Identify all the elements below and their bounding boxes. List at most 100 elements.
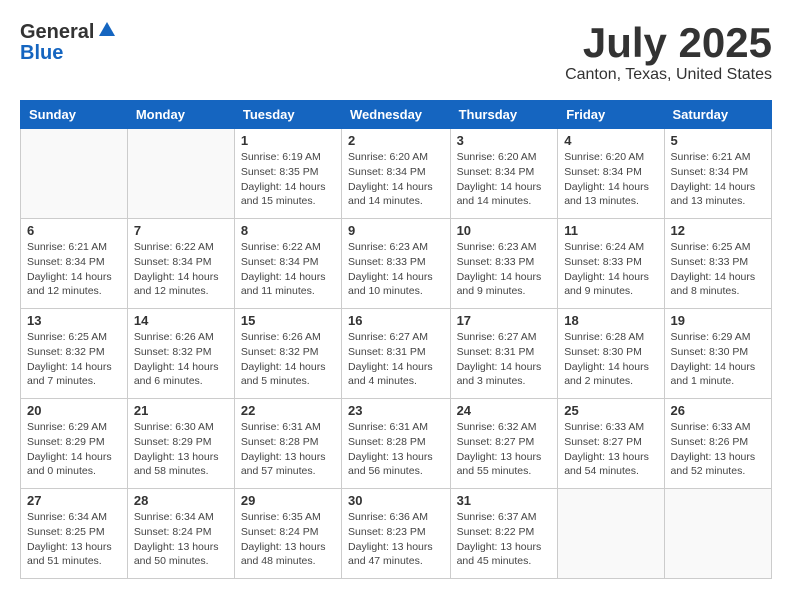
day-number: 6 (27, 223, 121, 238)
calendar-week-1: 6 Sunrise: 6:21 AM Sunset: 8:34 PM Daylig… (21, 219, 772, 309)
calendar-cell (127, 129, 234, 219)
calendar-cell: 1 Sunrise: 6:19 AM Sunset: 8:35 PM Daylig… (234, 129, 341, 219)
calendar-cell: 15 Sunrise: 6:26 AM Sunset: 8:32 PM Dayli… (234, 309, 341, 399)
day-number: 3 (457, 133, 552, 148)
day-detail: Sunrise: 6:23 AM Sunset: 8:33 PM Dayligh… (348, 240, 444, 299)
main-title: July 2025 (565, 20, 772, 66)
calendar-cell: 6 Sunrise: 6:21 AM Sunset: 8:34 PM Daylig… (21, 219, 128, 309)
calendar-week-0: 1 Sunrise: 6:19 AM Sunset: 8:35 PM Daylig… (21, 129, 772, 219)
day-number: 24 (457, 403, 552, 418)
day-detail: Sunrise: 6:25 AM Sunset: 8:32 PM Dayligh… (27, 330, 121, 389)
day-detail: Sunrise: 6:37 AM Sunset: 8:22 PM Dayligh… (457, 510, 552, 569)
calendar-cell: 31 Sunrise: 6:37 AM Sunset: 8:22 PM Dayli… (450, 489, 558, 579)
calendar-cell: 9 Sunrise: 6:23 AM Sunset: 8:33 PM Daylig… (342, 219, 451, 309)
day-number: 23 (348, 403, 444, 418)
subtitle: Canton, Texas, United States (565, 66, 772, 84)
day-number: 19 (671, 313, 765, 328)
calendar-cell: 14 Sunrise: 6:26 AM Sunset: 8:32 PM Dayli… (127, 309, 234, 399)
calendar-cell: 19 Sunrise: 6:29 AM Sunset: 8:30 PM Dayli… (664, 309, 771, 399)
day-number: 9 (348, 223, 444, 238)
calendar-cell: 10 Sunrise: 6:23 AM Sunset: 8:33 PM Dayli… (450, 219, 558, 309)
calendar-cell: 20 Sunrise: 6:29 AM Sunset: 8:29 PM Dayli… (21, 399, 128, 489)
day-detail: Sunrise: 6:29 AM Sunset: 8:29 PM Dayligh… (27, 420, 121, 479)
day-detail: Sunrise: 6:33 AM Sunset: 8:26 PM Dayligh… (671, 420, 765, 479)
calendar-cell: 21 Sunrise: 6:30 AM Sunset: 8:29 PM Dayli… (127, 399, 234, 489)
day-detail: Sunrise: 6:32 AM Sunset: 8:27 PM Dayligh… (457, 420, 552, 479)
page-header: General Blue July 2025 Canton, Texas, Un… (20, 20, 772, 84)
calendar-cell: 7Sunrise: 6:22 AM Sunset: 8:34 PM Daylig… (127, 219, 234, 309)
day-detail: Sunrise: 6:26 AM Sunset: 8:32 PM Dayligh… (241, 330, 335, 389)
calendar-week-4: 27 Sunrise: 6:34 AM Sunset: 8:25 PM Dayli… (21, 489, 772, 579)
day-detail: Sunrise: 6:26 AM Sunset: 8:32 PM Dayligh… (134, 330, 228, 389)
day-number: 18 (564, 313, 657, 328)
day-number: 1 (241, 133, 335, 148)
day-detail: Sunrise: 6:34 AM Sunset: 8:25 PM Dayligh… (27, 510, 121, 569)
calendar-cell: 30Sunrise: 6:36 AM Sunset: 8:23 PM Dayli… (342, 489, 451, 579)
calendar-cell: 29Sunrise: 6:35 AM Sunset: 8:24 PM Dayli… (234, 489, 341, 579)
calendar-week-3: 20 Sunrise: 6:29 AM Sunset: 8:29 PM Dayli… (21, 399, 772, 489)
weekday-header-tuesday: Tuesday (234, 101, 341, 129)
day-detail: Sunrise: 6:29 AM Sunset: 8:30 PM Dayligh… (671, 330, 765, 389)
day-detail: Sunrise: 6:20 AM Sunset: 8:34 PM Dayligh… (457, 150, 552, 209)
calendar-cell: 11Sunrise: 6:24 AM Sunset: 8:33 PM Dayli… (558, 219, 664, 309)
day-detail: Sunrise: 6:24 AM Sunset: 8:33 PM Dayligh… (564, 240, 657, 299)
day-number: 5 (671, 133, 765, 148)
weekday-header-saturday: Saturday (664, 101, 771, 129)
calendar-cell: 13 Sunrise: 6:25 AM Sunset: 8:32 PM Dayli… (21, 309, 128, 399)
day-detail: Sunrise: 6:21 AM Sunset: 8:34 PM Dayligh… (671, 150, 765, 209)
weekday-header-wednesday: Wednesday (342, 101, 451, 129)
weekday-header-friday: Friday (558, 101, 664, 129)
day-number: 13 (27, 313, 121, 328)
day-number: 27 (27, 493, 121, 508)
day-number: 31 (457, 493, 552, 508)
day-number: 20 (27, 403, 121, 418)
day-number: 29 (241, 493, 335, 508)
day-number: 2 (348, 133, 444, 148)
day-number: 12 (671, 223, 765, 238)
day-detail: Sunrise: 6:20 AM Sunset: 8:34 PM Dayligh… (564, 150, 657, 209)
weekday-header-monday: Monday (127, 101, 234, 129)
day-detail: Sunrise: 6:23 AM Sunset: 8:33 PM Dayligh… (457, 240, 552, 299)
day-detail: Sunrise: 6:30 AM Sunset: 8:29 PM Dayligh… (134, 420, 228, 479)
calendar-cell: 17 Sunrise: 6:27 AM Sunset: 8:31 PM Dayli… (450, 309, 558, 399)
calendar-cell (664, 489, 771, 579)
day-detail: Sunrise: 6:31 AM Sunset: 8:28 PM Dayligh… (348, 420, 444, 479)
calendar-cell: 4 Sunrise: 6:20 AM Sunset: 8:34 PM Daylig… (558, 129, 664, 219)
day-number: 28 (134, 493, 228, 508)
day-detail: Sunrise: 6:19 AM Sunset: 8:35 PM Dayligh… (241, 150, 335, 209)
calendar-cell: 12Sunrise: 6:25 AM Sunset: 8:33 PM Dayli… (664, 219, 771, 309)
calendar-cell: 28 Sunrise: 6:34 AM Sunset: 8:24 PM Dayli… (127, 489, 234, 579)
day-number: 22 (241, 403, 335, 418)
day-detail: Sunrise: 6:34 AM Sunset: 8:24 PM Dayligh… (134, 510, 228, 569)
calendar-body: 1 Sunrise: 6:19 AM Sunset: 8:35 PM Daylig… (21, 129, 772, 579)
day-number: 16 (348, 313, 444, 328)
weekday-header-sunday: Sunday (21, 101, 128, 129)
day-number: 4 (564, 133, 657, 148)
day-number: 8 (241, 223, 335, 238)
day-number: 14 (134, 313, 228, 328)
day-detail: Sunrise: 6:31 AM Sunset: 8:28 PM Dayligh… (241, 420, 335, 479)
calendar-cell: 2Sunrise: 6:20 AM Sunset: 8:34 PM Daylig… (342, 129, 451, 219)
day-detail: Sunrise: 6:27 AM Sunset: 8:31 PM Dayligh… (348, 330, 444, 389)
calendar-cell: 8Sunrise: 6:22 AM Sunset: 8:34 PM Daylig… (234, 219, 341, 309)
day-detail: Sunrise: 6:27 AM Sunset: 8:31 PM Dayligh… (457, 330, 552, 389)
day-detail: Sunrise: 6:36 AM Sunset: 8:23 PM Dayligh… (348, 510, 444, 569)
day-number: 17 (457, 313, 552, 328)
logo-icon (98, 20, 116, 38)
day-detail: Sunrise: 6:21 AM Sunset: 8:34 PM Dayligh… (27, 240, 121, 299)
day-detail: Sunrise: 6:22 AM Sunset: 8:34 PM Dayligh… (134, 240, 228, 299)
day-number: 25 (564, 403, 657, 418)
day-number: 21 (134, 403, 228, 418)
calendar-cell: 3 Sunrise: 6:20 AM Sunset: 8:34 PM Daylig… (450, 129, 558, 219)
calendar-cell: 23 Sunrise: 6:31 AM Sunset: 8:28 PM Dayli… (342, 399, 451, 489)
calendar-cell: 27 Sunrise: 6:34 AM Sunset: 8:25 PM Dayli… (21, 489, 128, 579)
logo-blue-text: Blue (20, 43, 63, 63)
calendar-cell: 25 Sunrise: 6:33 AM Sunset: 8:27 PM Dayli… (558, 399, 664, 489)
calendar-cell (21, 129, 128, 219)
day-number: 10 (457, 223, 552, 238)
calendar-week-2: 13 Sunrise: 6:25 AM Sunset: 8:32 PM Dayli… (21, 309, 772, 399)
calendar-cell: 5 Sunrise: 6:21 AM Sunset: 8:34 PM Daylig… (664, 129, 771, 219)
calendar-cell: 22 Sunrise: 6:31 AM Sunset: 8:28 PM Dayli… (234, 399, 341, 489)
day-detail: Sunrise: 6:33 AM Sunset: 8:27 PM Dayligh… (564, 420, 657, 479)
day-number: 15 (241, 313, 335, 328)
